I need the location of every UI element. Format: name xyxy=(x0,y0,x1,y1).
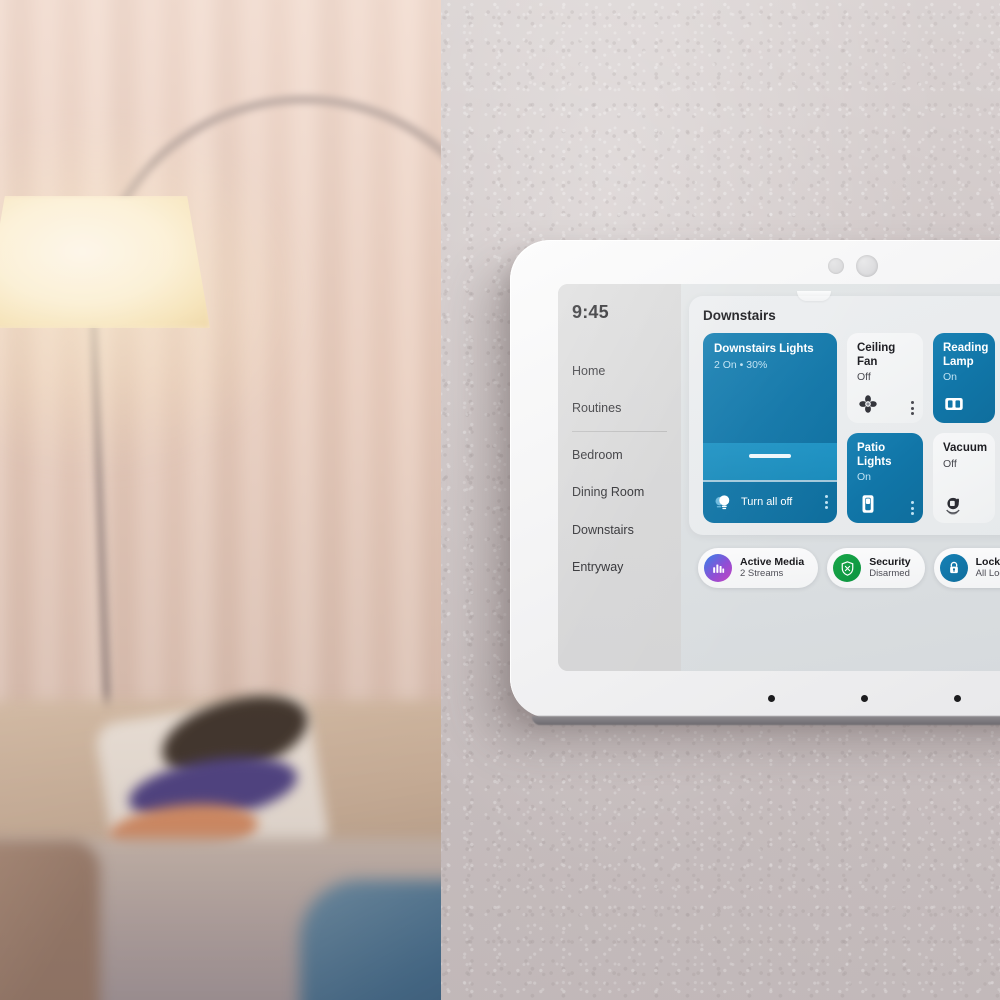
pill-active-media[interactable]: Active Media 2 Streams xyxy=(698,548,819,588)
tile-column-3: Reading Lamp On Vacuum Off xyxy=(933,333,995,523)
pill-text: Active Media 2 Streams xyxy=(740,555,805,580)
display-screen: 9:45 Home Routines Bedroom Dining Room D… xyxy=(558,284,1000,671)
device-bottom-edge xyxy=(532,716,1000,725)
status-pill-strip: Active Media 2 Streams Security Disarmed… xyxy=(689,535,1000,600)
sidebar-item-dining-room[interactable]: Dining Room xyxy=(572,474,681,512)
pill-title: Locks xyxy=(975,555,1000,568)
pill-text: Security Disarmed xyxy=(869,555,911,580)
turn-all-off-row[interactable]: Turn all off xyxy=(703,482,837,523)
toggle-switch-icon xyxy=(862,495,874,513)
pill-title: Active Media xyxy=(740,555,805,568)
dual-switch-icon xyxy=(945,398,963,410)
mic-hole-icon xyxy=(954,695,961,702)
mic-hole-icon xyxy=(768,695,775,702)
pull-down-handle[interactable] xyxy=(797,291,831,301)
tile-patio-lights[interactable]: Patio Lights On xyxy=(847,433,923,523)
sidebar-item-home[interactable]: Home xyxy=(572,352,681,390)
microphone-holes xyxy=(768,695,961,702)
camera-lens-icon xyxy=(856,255,878,277)
ceiling-fan-icon xyxy=(859,395,877,413)
tile-state: Off xyxy=(857,371,871,384)
robot-vacuum-icon xyxy=(946,497,960,515)
bezel-sensors xyxy=(828,255,878,277)
sidebar: 9:45 Home Routines Bedroom Dining Room D… xyxy=(558,284,681,671)
slider-track[interactable] xyxy=(703,443,837,480)
tile-header: Downstairs Lights 2 On • 30% xyxy=(703,333,837,372)
lightbulb-icon xyxy=(715,495,730,510)
tile-icon-row xyxy=(857,393,914,415)
sidebar-item-entryway[interactable]: Entryway xyxy=(572,549,681,587)
tile-vacuum[interactable]: Vacuum Off xyxy=(933,433,995,523)
tile-name: Ceiling Fan xyxy=(857,342,896,368)
tile-name: Vacuum xyxy=(943,442,988,454)
smart-display-device: 9:45 Home Routines Bedroom Dining Room D… xyxy=(510,240,1000,725)
living-room-photo xyxy=(0,0,441,1000)
sidebar-divider xyxy=(572,431,667,432)
tile-icon-row xyxy=(857,493,914,515)
padlock-icon xyxy=(939,554,968,582)
pill-security[interactable]: Security Disarmed xyxy=(827,548,925,588)
screen-body: 9:45 Home Routines Bedroom Dining Room D… xyxy=(558,284,1000,671)
photo-shading xyxy=(0,0,441,1000)
device-tile-grid: Downstairs Lights 2 On • 30% Turn all of… xyxy=(703,333,1000,523)
mic-hole-icon xyxy=(861,695,868,702)
pill-locks[interactable]: Locks All Locked xyxy=(933,548,1000,588)
tile-name: Downstairs Lights xyxy=(714,343,814,355)
equalizer-icon xyxy=(704,554,732,582)
tile-downstairs-lights[interactable]: Downstairs Lights 2 On • 30% Turn all of… xyxy=(703,333,837,523)
tile-state: Off xyxy=(943,457,957,470)
slider-knob[interactable] xyxy=(749,454,791,458)
clock: 9:45 xyxy=(572,302,609,322)
tile-state: 2 On • 30% xyxy=(714,358,768,371)
sidebar-item-downstairs[interactable]: Downstairs xyxy=(572,511,681,549)
ambient-light-sensor-icon xyxy=(828,258,844,274)
tile-name: Reading Lamp xyxy=(943,342,989,368)
shield-disarmed-icon xyxy=(833,554,862,582)
pill-subtitle: 2 Streams xyxy=(740,568,784,580)
scene: 9:45 Home Routines Bedroom Dining Room D… xyxy=(0,0,1000,1000)
room-title: Downstairs xyxy=(703,308,776,323)
sidebar-item-bedroom[interactable]: Bedroom xyxy=(572,436,681,474)
tile-icon-row xyxy=(943,493,986,515)
tile-state: On xyxy=(943,371,958,384)
kebab-menu-icon[interactable] xyxy=(911,401,914,415)
kebab-menu-icon[interactable] xyxy=(911,501,914,515)
tile-name: Patio Lights xyxy=(857,442,892,468)
main-panel: Downstairs Downstairs Lights 2 On • 30% xyxy=(681,284,1000,671)
brightness-slider[interactable] xyxy=(703,372,837,480)
tile-state: On xyxy=(857,471,872,484)
pill-text: Locks All Locked xyxy=(975,555,1000,580)
pill-title: Security xyxy=(869,555,911,568)
tile-reading-lamp[interactable]: Reading Lamp On xyxy=(933,333,995,423)
turn-all-off-label: Turn all off xyxy=(741,496,793,508)
tile-column-2: Ceiling Fan Off Patio Lights On xyxy=(847,333,923,523)
tile-icon-row xyxy=(943,393,986,415)
sidebar-nav: Home Routines Bedroom Dining Room Downst… xyxy=(572,352,681,586)
tile-ceiling-fan[interactable]: Ceiling Fan Off xyxy=(847,333,923,423)
sidebar-item-routines[interactable]: Routines xyxy=(572,390,681,428)
pill-subtitle: All Locked xyxy=(975,568,1000,580)
pill-subtitle: Disarmed xyxy=(869,568,910,580)
room-card: Downstairs Downstairs Lights 2 On • 30% xyxy=(689,296,1000,535)
kebab-menu-icon[interactable] xyxy=(825,495,828,509)
